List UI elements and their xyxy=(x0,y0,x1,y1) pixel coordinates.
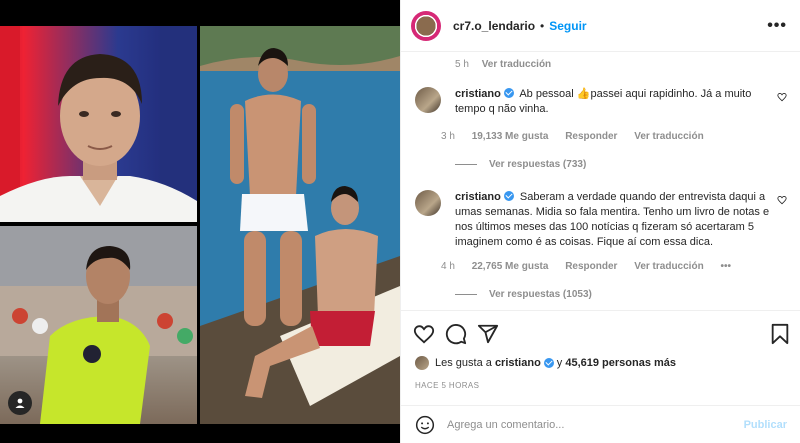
post-actions-bar xyxy=(401,310,800,354)
photo-man-white-shirt xyxy=(0,26,197,222)
follow-button[interactable]: Seguir xyxy=(549,19,586,33)
heart-icon[interactable] xyxy=(777,195,787,205)
translate-link[interactable]: Ver traducción xyxy=(634,261,703,272)
expand-icon[interactable] xyxy=(8,391,32,415)
likes-count[interactable]: 45,619 personas más xyxy=(565,357,676,369)
translate-link[interactable]: Ver traducción xyxy=(482,59,551,70)
verified-icon xyxy=(503,191,514,201)
header-separator: • xyxy=(540,18,545,33)
liker-username[interactable]: cristiano xyxy=(495,357,541,369)
instagram-post-modal: cr7.o_lendario • Seguir ••• 5 h Ver trad… xyxy=(0,0,800,443)
post-side-panel: cr7.o_lendario • Seguir ••• 5 h Ver trad… xyxy=(400,0,800,443)
likes-summary: Les gusta a cristiano y 45,619 personas … xyxy=(415,356,676,370)
comment-body: cristiano Saberam a verdade quando der e… xyxy=(455,190,771,250)
heart-icon[interactable] xyxy=(777,92,787,102)
comment-input[interactable] xyxy=(447,418,744,431)
translate-link[interactable]: Ver traducción xyxy=(634,131,703,142)
post-media[interactable] xyxy=(0,0,400,443)
comment-meta: 4 h 22,765 Me gusta Responder Ver traduc… xyxy=(441,261,745,272)
commenter-username[interactable]: cristiano xyxy=(455,191,501,203)
comment-item: cristiano Saberam a verdade quando der e… xyxy=(415,190,787,270)
reply-button[interactable]: Responder xyxy=(565,131,617,142)
view-replies-button[interactable]: Ver respuestas (733) xyxy=(455,159,586,170)
bookmark-icon[interactable] xyxy=(769,323,791,345)
emoji-icon[interactable] xyxy=(415,415,435,435)
view-replies-label: Ver respuestas (733) xyxy=(489,159,587,170)
commenter-username[interactable]: cristiano xyxy=(455,88,501,100)
comment-likes[interactable]: 19,133 Me gusta xyxy=(472,131,549,142)
verified-icon xyxy=(543,358,554,368)
share-icon[interactable] xyxy=(477,323,499,345)
photo-player-green-kit xyxy=(0,226,197,424)
comment-composer: Publicar xyxy=(401,405,800,443)
heart-icon[interactable] xyxy=(413,323,435,345)
comment-body: cristiano Ab pessoal 👍passei aqui rapidi… xyxy=(455,87,771,117)
replies-line xyxy=(455,294,477,295)
comment-text-start: Ab pessoal xyxy=(519,88,574,100)
thumbs-up-emoji: 👍 xyxy=(576,88,591,100)
author-username[interactable]: cr7.o_lendario xyxy=(453,19,535,33)
comment-options-icon[interactable]: ••• xyxy=(720,261,731,272)
view-replies-label: Ver respuestas (1053) xyxy=(489,289,592,300)
view-replies-button[interactable]: Ver respuestas (1053) xyxy=(455,289,592,300)
reply-button[interactable]: Responder xyxy=(565,261,617,272)
post-header: cr7.o_lendario • Seguir ••• xyxy=(401,0,800,52)
comments-list[interactable]: 5 h Ver traducción cristiano Ab pessoal … xyxy=(401,52,800,310)
publish-button[interactable]: Publicar xyxy=(744,419,787,431)
comment-time: 3 h xyxy=(441,131,455,142)
likes-prefix: Les gusta a xyxy=(435,357,492,369)
comment-meta: 3 h 19,133 Me gusta Responder Ver traduc… xyxy=(441,131,718,142)
comment-text: Saberam a verdade quando der entrevista … xyxy=(455,191,770,248)
comment-icon[interactable] xyxy=(445,323,467,345)
comment-likes[interactable]: 22,765 Me gusta xyxy=(472,261,549,272)
media-top-bar xyxy=(0,0,400,26)
comment-time: 4 h xyxy=(441,261,455,272)
commenter-avatar[interactable] xyxy=(415,87,441,113)
author-avatar[interactable] xyxy=(411,10,441,41)
comment-time: 5 h xyxy=(455,59,469,70)
liker-avatar[interactable] xyxy=(415,356,429,370)
post-timestamp[interactable]: HACE 5 HORAS xyxy=(415,381,479,390)
media-bottom-bar xyxy=(0,424,400,443)
likes-connector: y xyxy=(556,357,563,369)
commenter-avatar[interactable] xyxy=(415,190,441,216)
photo-beach-boat xyxy=(200,26,400,424)
verified-icon xyxy=(503,88,514,98)
more-icon[interactable]: ••• xyxy=(767,17,787,35)
previous-comment-meta: 5 h Ver traducción xyxy=(455,59,551,70)
replies-line xyxy=(455,164,477,165)
